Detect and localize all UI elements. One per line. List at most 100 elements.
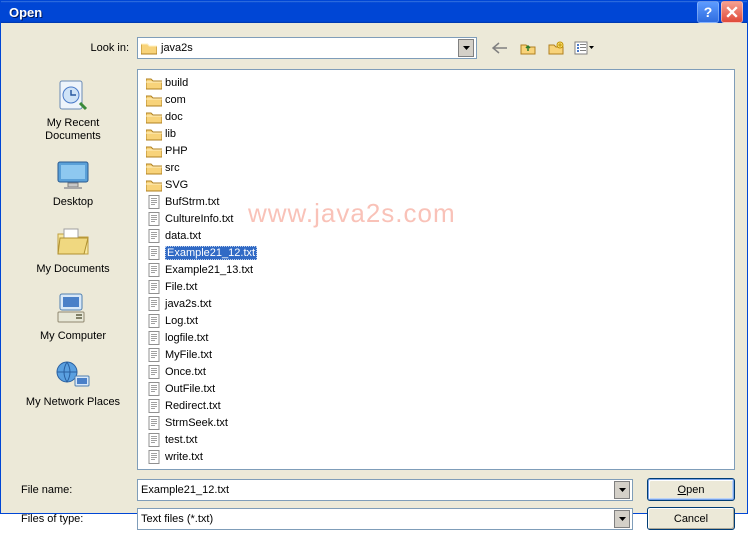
- file-item[interactable]: PHP: [144, 142, 294, 159]
- dropdown-arrow-icon[interactable]: [614, 510, 630, 528]
- files-of-type-value: Text files (*.txt): [141, 513, 614, 525]
- file-item[interactable]: write.txt: [144, 448, 294, 465]
- text-file-icon: [146, 331, 162, 345]
- text-file-icon: [146, 365, 162, 379]
- dialog-body: Look in: java2s: [1, 23, 747, 540]
- file-name: File.txt: [165, 281, 197, 293]
- dropdown-arrow-icon[interactable]: [458, 39, 474, 57]
- desktop-icon: [51, 156, 95, 194]
- file-name: Redirect.txt: [165, 400, 221, 412]
- file-item[interactable]: lib: [144, 125, 294, 142]
- file-item[interactable]: File.txt: [144, 278, 294, 295]
- place-label: My Documents: [23, 263, 123, 276]
- my-computer-icon: [51, 290, 95, 328]
- help-button[interactable]: ?: [697, 1, 719, 23]
- file-name-input[interactable]: Example21_12.txt: [137, 479, 633, 501]
- file-name: data.txt: [165, 230, 201, 242]
- file-item[interactable]: CultureInfo.txt: [144, 210, 294, 227]
- folder-icon: [146, 110, 162, 124]
- place-label: My Network Places: [23, 396, 123, 409]
- file-list[interactable]: www.java2s.com buildcomdoclibPHPsrcSVGBu…: [137, 69, 735, 470]
- file-item[interactable]: Redirect.txt: [144, 397, 294, 414]
- main-area: My Recent Documents Desktop My Documents…: [9, 69, 735, 470]
- files-of-type-row: Files of type: Text files (*.txt) Cancel: [9, 507, 735, 530]
- dropdown-arrow-icon[interactable]: [614, 481, 630, 499]
- new-folder-button[interactable]: [545, 38, 567, 58]
- file-name: build: [165, 77, 188, 89]
- file-item[interactable]: build: [144, 74, 294, 91]
- file-item[interactable]: BufStrm.txt: [144, 193, 294, 210]
- file-name: test.txt: [165, 434, 197, 446]
- file-item[interactable]: data.txt: [144, 227, 294, 244]
- view-menu-button[interactable]: [573, 38, 595, 58]
- file-item[interactable]: Log.txt: [144, 312, 294, 329]
- look-in-label: Look in:: [9, 42, 137, 54]
- bottom-controls: File name: Example21_12.txt Open Files o…: [9, 478, 735, 530]
- folder-icon: [146, 161, 162, 175]
- network-places-icon: [51, 356, 95, 394]
- file-item[interactable]: logfile.txt: [144, 329, 294, 346]
- folder-icon: [141, 41, 157, 55]
- look-in-row: Look in: java2s: [9, 37, 735, 59]
- place-recent[interactable]: My Recent Documents: [23, 77, 123, 142]
- file-item[interactable]: test.txt: [144, 431, 294, 448]
- text-file-icon: [146, 246, 162, 260]
- file-name: OutFile.txt: [165, 383, 215, 395]
- folder-icon: [146, 144, 162, 158]
- folder-icon: [146, 76, 162, 90]
- file-item[interactable]: Example21_12.txt: [144, 244, 294, 261]
- file-item[interactable]: src: [144, 159, 294, 176]
- file-name: StrmSeek.txt: [165, 417, 228, 429]
- titlebar[interactable]: Open ?: [1, 1, 747, 23]
- text-file-icon: [146, 382, 162, 396]
- look-in-combo[interactable]: java2s: [137, 37, 477, 59]
- file-name: PHP: [165, 145, 188, 157]
- text-file-icon: [146, 263, 162, 277]
- place-label: My Recent Documents: [23, 117, 123, 142]
- file-item[interactable]: StrmSeek.txt: [144, 414, 294, 431]
- file-name-row: File name: Example21_12.txt Open: [9, 478, 735, 501]
- text-file-icon: [146, 297, 162, 311]
- file-name: MyFile.txt: [165, 349, 212, 361]
- file-name: java2s.txt: [165, 298, 211, 310]
- file-name: CultureInfo.txt: [165, 213, 233, 225]
- file-name-value: Example21_12.txt: [141, 484, 614, 496]
- cancel-button[interactable]: Cancel: [647, 507, 735, 530]
- file-name: lib: [165, 128, 176, 140]
- file-name: SVG: [165, 179, 188, 191]
- open-dialog: Open ? Look in: java2s: [0, 0, 748, 514]
- place-my-documents[interactable]: My Documents: [23, 223, 123, 276]
- file-item[interactable]: com: [144, 91, 294, 108]
- file-name: Once.txt: [165, 366, 206, 378]
- file-name-label: File name:: [9, 484, 137, 496]
- file-item[interactable]: Once.txt: [144, 363, 294, 380]
- window-title: Open: [9, 5, 695, 20]
- recent-documents-icon: [51, 77, 95, 115]
- open-button[interactable]: Open: [647, 478, 735, 501]
- nav-toolbar: [489, 38, 595, 58]
- text-file-icon: [146, 433, 162, 447]
- file-name: doc: [165, 111, 183, 123]
- text-file-icon: [146, 399, 162, 413]
- text-file-icon: [146, 280, 162, 294]
- look-in-value: java2s: [161, 42, 458, 54]
- close-icon: [726, 6, 738, 18]
- text-file-icon: [146, 314, 162, 328]
- folder-icon: [146, 178, 162, 192]
- file-item[interactable]: java2s.txt: [144, 295, 294, 312]
- place-desktop[interactable]: Desktop: [23, 156, 123, 209]
- place-my-computer[interactable]: My Computer: [23, 290, 123, 343]
- file-name: Log.txt: [165, 315, 198, 327]
- text-file-icon: [146, 212, 162, 226]
- file-item[interactable]: doc: [144, 108, 294, 125]
- up-one-level-button[interactable]: [517, 38, 539, 58]
- files-of-type-combo[interactable]: Text files (*.txt): [137, 508, 633, 530]
- file-item[interactable]: OutFile.txt: [144, 380, 294, 397]
- place-label: Desktop: [23, 196, 123, 209]
- back-button[interactable]: [489, 38, 511, 58]
- file-item[interactable]: Example21_13.txt: [144, 261, 294, 278]
- place-network[interactable]: My Network Places: [23, 356, 123, 409]
- close-button[interactable]: [721, 1, 743, 23]
- file-item[interactable]: SVG: [144, 176, 294, 193]
- file-item[interactable]: MyFile.txt: [144, 346, 294, 363]
